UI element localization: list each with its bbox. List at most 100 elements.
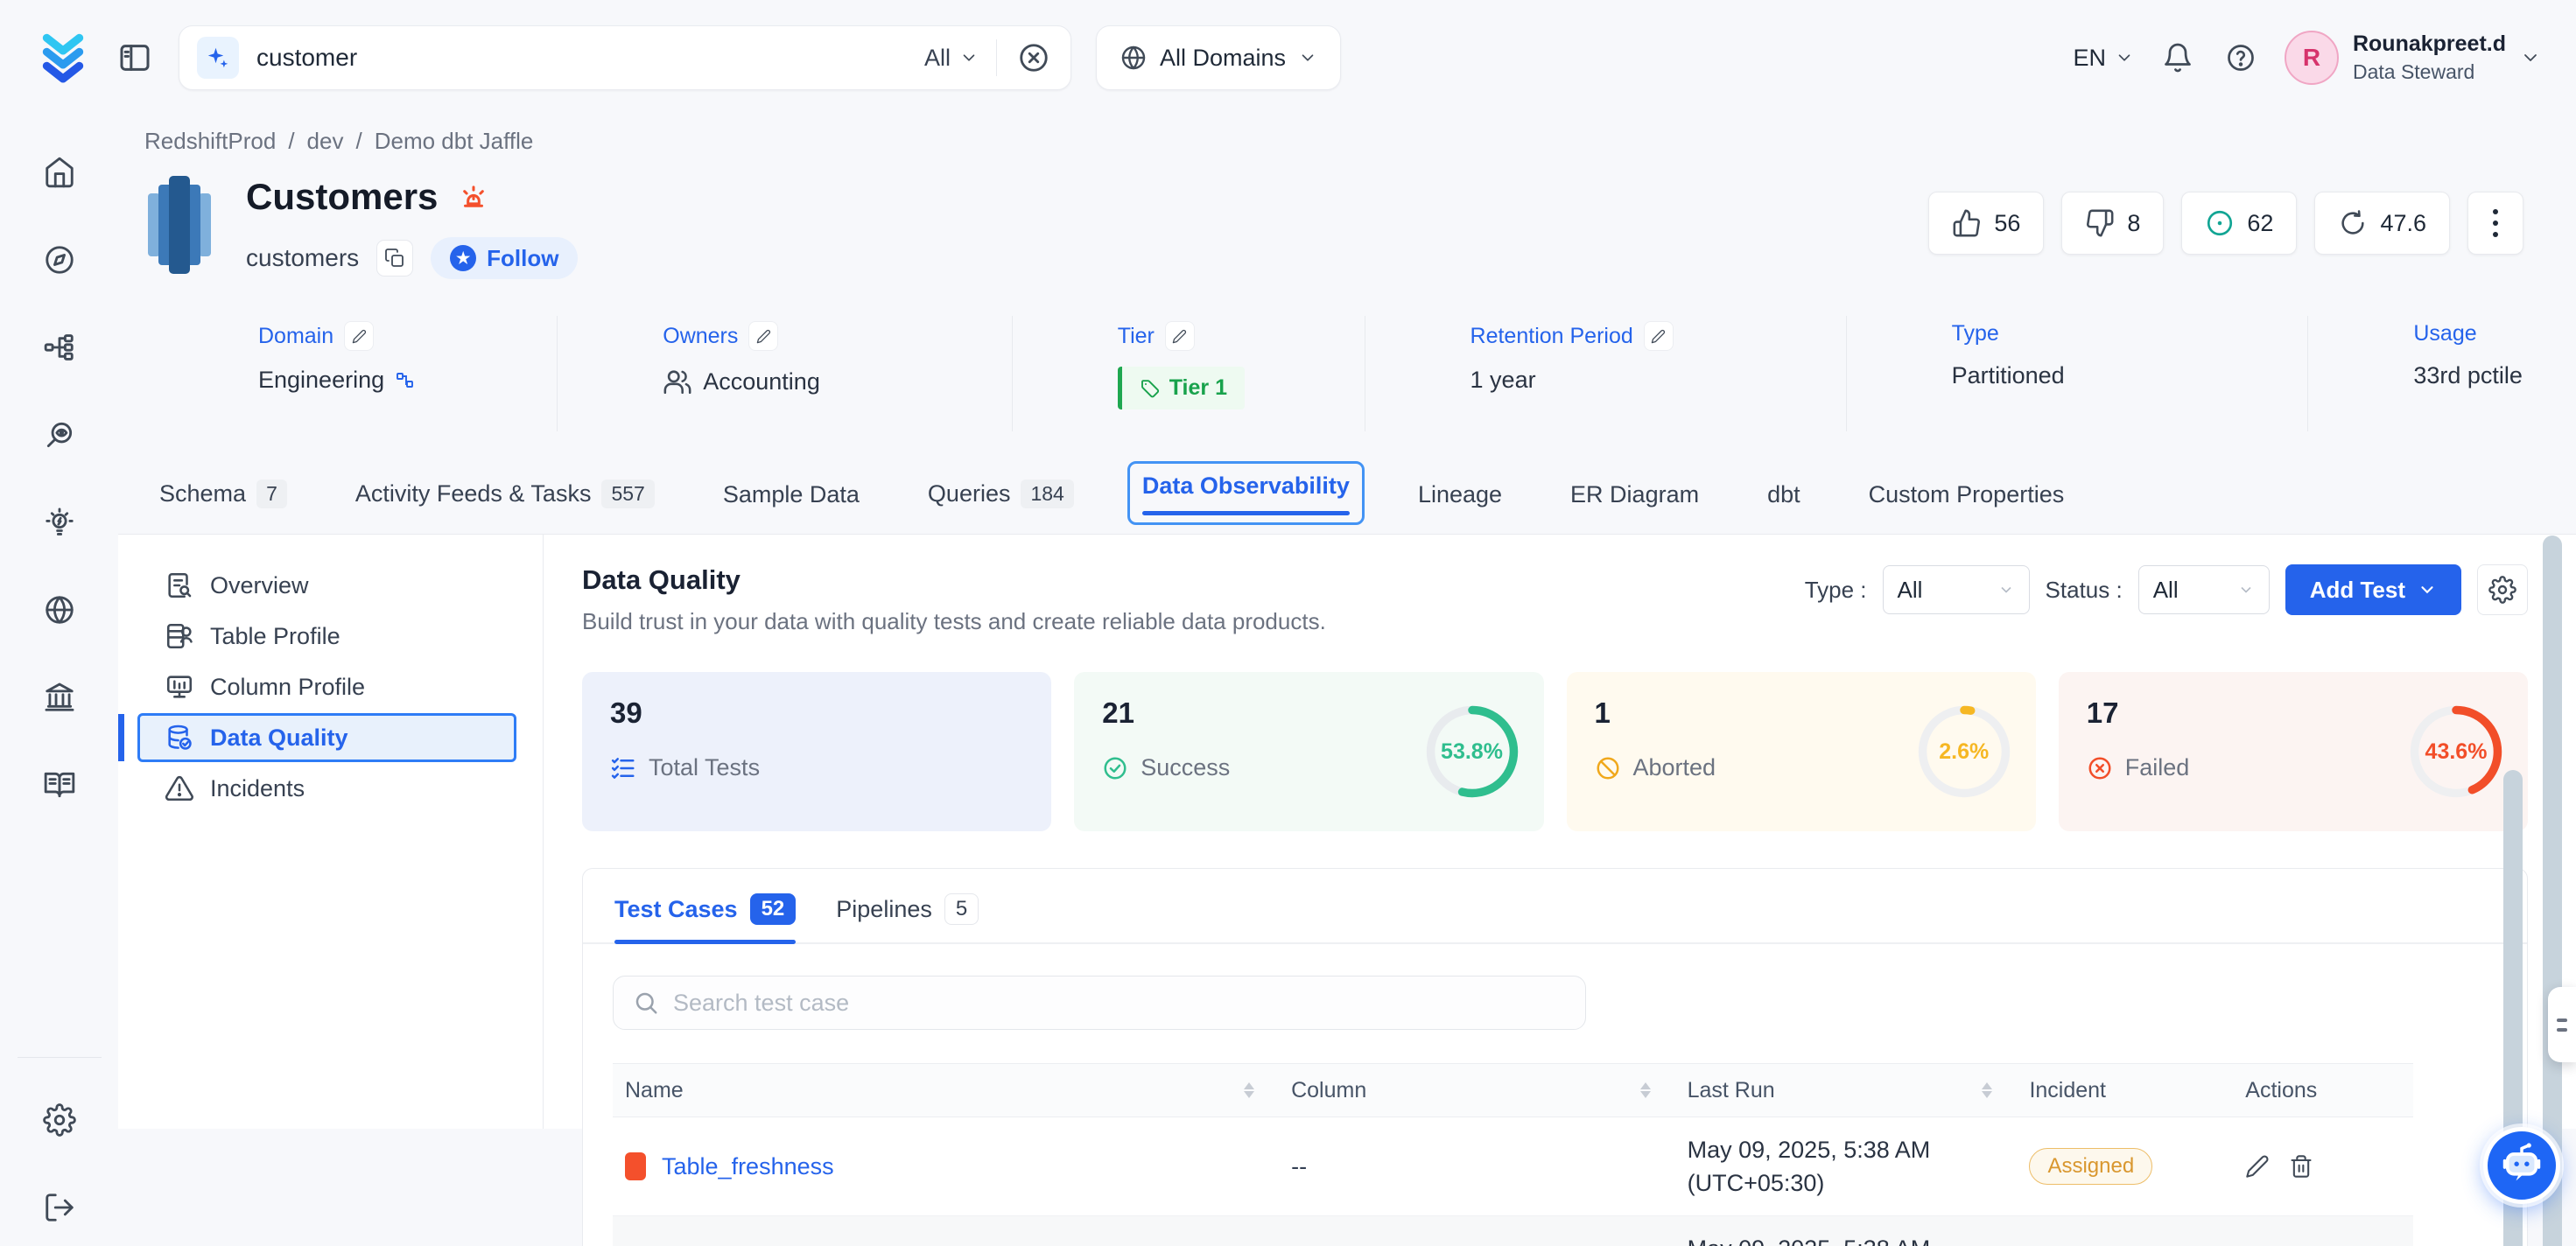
- avatar: R: [2285, 31, 2339, 85]
- sidebar-toggle-icon[interactable]: [116, 38, 154, 77]
- logout-icon[interactable]: [43, 1191, 76, 1224]
- retention-label[interactable]: Retention Period: [1470, 324, 1633, 349]
- score-button[interactable]: 62: [2181, 192, 2297, 255]
- sidebar-item-table-profile[interactable]: Table Profile: [137, 612, 516, 661]
- user-role: Data Steward: [2353, 60, 2506, 84]
- workflow-icon[interactable]: [43, 331, 76, 364]
- glossary-book-icon[interactable]: [43, 768, 76, 802]
- column-profile-icon: [165, 672, 194, 702]
- downvote-count: 8: [2127, 210, 2140, 237]
- clear-search-icon[interactable]: [1014, 38, 1053, 77]
- user-menu[interactable]: R Rounakpreet.d Data Steward: [2285, 31, 2541, 85]
- tab-activity-feeds[interactable]: Activity Feeds & Tasks557: [340, 468, 670, 525]
- sort-arrows-icon[interactable]: [1982, 1082, 1992, 1098]
- test-case-link[interactable]: Table_freshness: [662, 1153, 834, 1180]
- domain-label[interactable]: Domain: [258, 324, 333, 349]
- upvote-button[interactable]: 56: [1928, 192, 2044, 255]
- all-domains-dropdown[interactable]: All Domains: [1096, 25, 1341, 90]
- edit-domain-button[interactable]: [344, 321, 374, 351]
- retention-value: 1 year: [1470, 367, 1536, 394]
- tab-custom-properties[interactable]: Custom Properties: [1854, 470, 2080, 525]
- downvote-button[interactable]: 8: [2061, 192, 2164, 255]
- usage-label[interactable]: Usage: [2413, 321, 2476, 346]
- type-filter-select[interactable]: All: [1883, 565, 2030, 614]
- test-case-search-input[interactable]: [673, 990, 1566, 1017]
- tab-dbt[interactable]: dbt: [1752, 470, 1815, 525]
- breadcrumb-database[interactable]: Demo dbt Jaffle: [375, 128, 534, 155]
- search-scope-dropdown[interactable]: All: [924, 45, 979, 72]
- tab-test-cases[interactable]: Test Cases 52: [614, 893, 796, 942]
- governance-bank-icon[interactable]: [43, 681, 76, 714]
- edit-icon[interactable]: [2245, 1154, 2270, 1179]
- sort-arrows-icon[interactable]: [1640, 1082, 1651, 1098]
- tab-pipelines[interactable]: Pipelines 5: [836, 893, 979, 942]
- web-globe-icon[interactable]: [43, 593, 76, 626]
- total-tests-card: 39 Total Tests: [582, 672, 1051, 831]
- edit-retention-button[interactable]: [1644, 321, 1674, 351]
- announcement-alert-icon[interactable]: [457, 180, 490, 214]
- breadcrumb-separator: /: [288, 128, 294, 155]
- test-case-search[interactable]: [613, 976, 1586, 1030]
- freshness-button[interactable]: 47.6: [2314, 192, 2450, 255]
- sidebar-item-column-profile[interactable]: Column Profile: [137, 662, 516, 711]
- global-search[interactable]: All: [179, 25, 1071, 90]
- tab-lineage[interactable]: Lineage: [1403, 470, 1517, 525]
- side-flap-button[interactable]: [2548, 987, 2576, 1062]
- sidebar-item-incidents[interactable]: Incidents: [137, 764, 516, 813]
- breadcrumb-schema[interactable]: dev: [307, 128, 344, 155]
- settings-gear-icon[interactable]: [43, 1103, 76, 1137]
- tier-label[interactable]: Tier: [1118, 324, 1155, 349]
- type-label[interactable]: Type: [1952, 321, 1999, 346]
- last-run-timezone: (UTC+05:30): [1688, 1170, 1825, 1196]
- sort-arrows-icon[interactable]: [1244, 1082, 1254, 1098]
- compass-icon[interactable]: [43, 243, 76, 276]
- column-header-column[interactable]: Column: [1279, 1078, 1675, 1103]
- observability-lens-icon[interactable]: [43, 418, 76, 452]
- usage-value: 33rd pctile: [2413, 362, 2523, 389]
- user-name: Rounakpreet.d: [2353, 32, 2506, 57]
- breadcrumb-connection[interactable]: RedshiftProd: [144, 128, 276, 155]
- edit-owners-button[interactable]: [748, 321, 778, 351]
- domain-value-link[interactable]: Engineering: [258, 367, 384, 394]
- column-header-last-run[interactable]: Last Run: [1675, 1078, 2018, 1103]
- chatbot-button[interactable]: [2483, 1127, 2560, 1204]
- follow-button[interactable]: ★ Follow: [431, 237, 578, 279]
- status-filter-select[interactable]: All: [2138, 565, 2270, 614]
- atlan-logo[interactable]: [35, 30, 91, 86]
- add-test-button[interactable]: Add Test: [2285, 564, 2461, 615]
- copy-name-button[interactable]: [376, 240, 413, 276]
- tier-value: Tier 1: [1169, 375, 1227, 401]
- sidebar-item-data-quality[interactable]: Data Quality: [137, 713, 516, 762]
- thumbs-down-icon: [2085, 208, 2115, 238]
- sidebar-item-overview[interactable]: Overview: [137, 561, 516, 610]
- insights-bulb-icon[interactable]: [43, 506, 76, 539]
- language-selector[interactable]: EN: [2073, 45, 2134, 72]
- tab-count: 7: [256, 480, 287, 508]
- all-domains-label: All Domains: [1160, 45, 1286, 72]
- tab-queries[interactable]: Queries184: [913, 468, 1089, 525]
- tab-data-observability[interactable]: Data Observability: [1127, 461, 1365, 525]
- tab-sample-data[interactable]: Sample Data: [708, 470, 874, 525]
- dq-settings-button[interactable]: [2477, 564, 2528, 615]
- chevron-down-icon: [2237, 581, 2255, 598]
- search-input[interactable]: [256, 44, 907, 72]
- asset-technical-name: customers: [246, 244, 359, 272]
- help-icon[interactable]: [2222, 38, 2260, 77]
- edit-tier-button[interactable]: [1165, 321, 1195, 351]
- owners-label[interactable]: Owners: [663, 324, 738, 349]
- tab-er-diagram[interactable]: ER Diagram: [1555, 470, 1714, 525]
- tab-schema[interactable]: Schema7: [144, 468, 302, 525]
- owners-value[interactable]: Accounting: [703, 368, 820, 396]
- delete-icon[interactable]: [2289, 1154, 2313, 1179]
- notifications-bell-icon[interactable]: [2158, 38, 2197, 77]
- check-circle-icon: [1102, 755, 1128, 781]
- language-value: EN: [2073, 45, 2106, 72]
- slash-circle-icon: [1595, 755, 1621, 781]
- group-icon: [663, 367, 692, 396]
- more-actions-button[interactable]: [2467, 192, 2523, 255]
- tab-count: 184: [1021, 480, 1073, 508]
- home-icon[interactable]: [43, 156, 76, 189]
- column-header-name[interactable]: Name: [613, 1078, 1279, 1103]
- search-scope-value: All: [924, 45, 951, 72]
- section-subtitle: Build trust in your data with quality te…: [582, 608, 1326, 635]
